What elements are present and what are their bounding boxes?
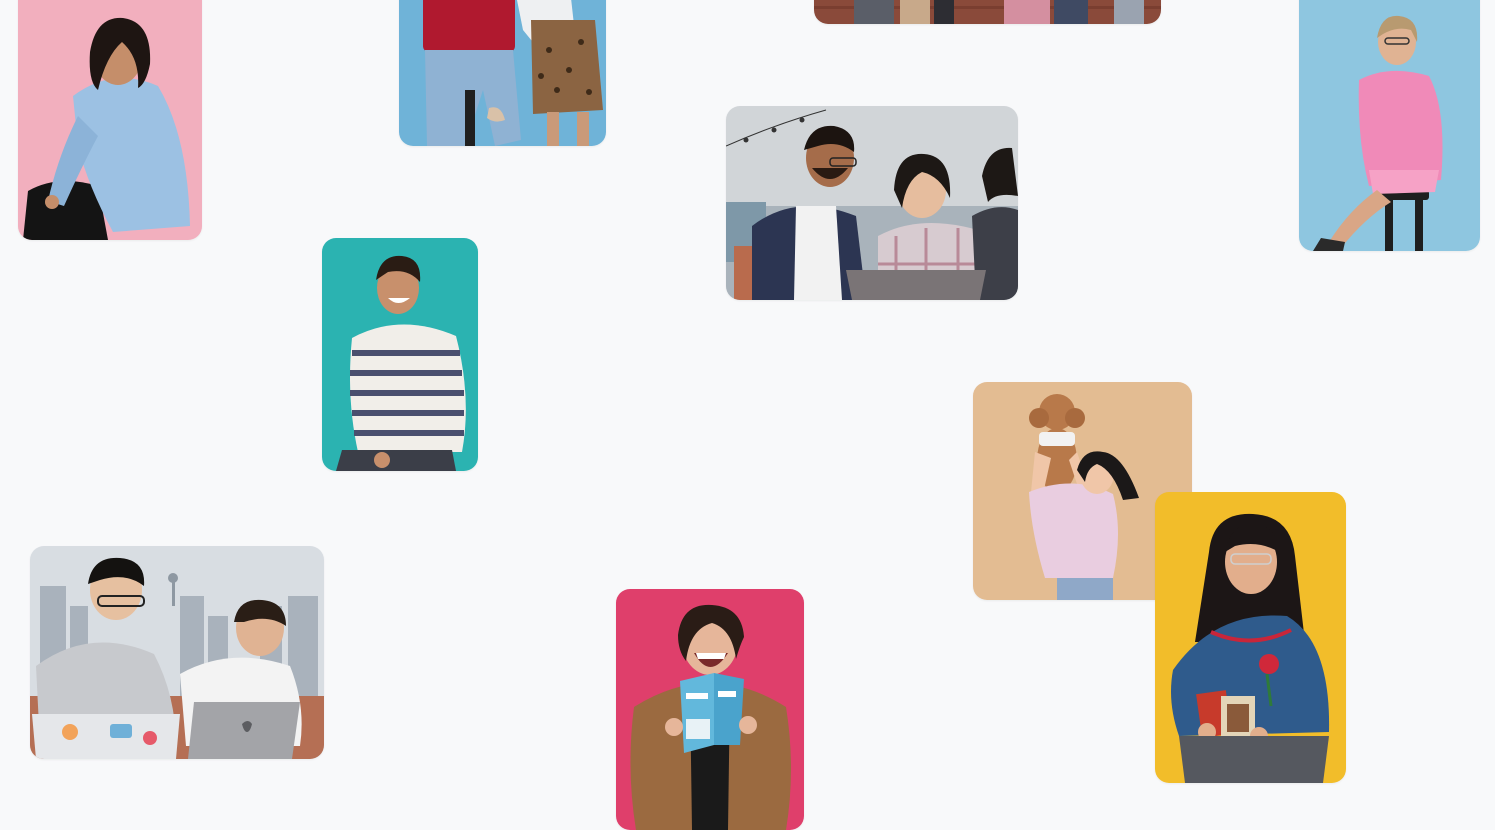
photo-blue-bg-woman-pink-sweater [1299, 0, 1480, 251]
photo-magenta-bg-woman-reading-book [616, 589, 804, 830]
photo-brick-wall-group [814, 0, 1161, 24]
photo-rooftop-friends-laptop [726, 106, 1018, 300]
photo-yellow-bg-woman-holding-books [1155, 492, 1346, 783]
photo-teal-bg-man-striped-shirt [322, 238, 478, 471]
photo-pink-bg-woman-denim-shirt [18, 0, 202, 240]
photo-city-skyline-two-men-laptops [30, 546, 324, 759]
photo-collage [0, 0, 1495, 830]
photo-blue-bg-two-people-jeans [399, 0, 606, 146]
